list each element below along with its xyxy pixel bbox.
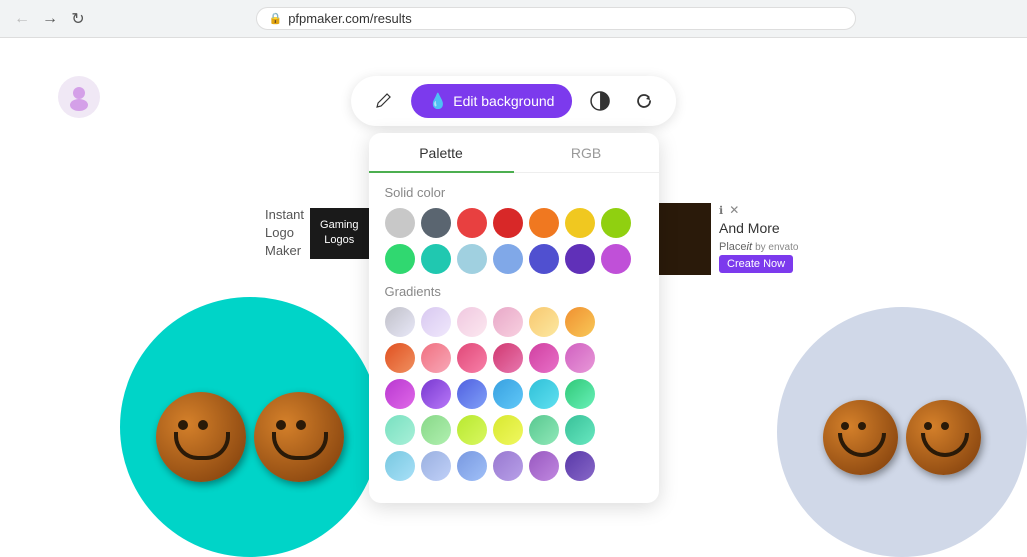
solid-color-label: Solid color (385, 185, 643, 200)
toolbar: 💧 Edit background (351, 76, 677, 126)
solid-color-section: Solid color (369, 185, 659, 274)
and-more-text: And More (719, 219, 798, 237)
gradient-swatch[interactable] (457, 307, 487, 337)
color-swatch[interactable] (457, 208, 487, 238)
color-swatch[interactable] (493, 208, 523, 238)
gradient-swatch[interactable] (493, 451, 523, 481)
preview-circle-right (777, 307, 1027, 557)
browser-chrome: ← → ↻ 🔒 pfpmaker.com/results (0, 0, 1027, 38)
close-ad-button[interactable]: ✕ (727, 203, 741, 217)
gradient-swatch[interactable] (565, 343, 595, 373)
color-swatch[interactable] (601, 208, 631, 238)
user-avatar[interactable] (58, 76, 100, 118)
pencil-icon (374, 92, 392, 110)
solid-color-row-2 (385, 244, 643, 274)
color-swatch[interactable] (385, 208, 415, 238)
gradient-row-3 (385, 379, 643, 409)
color-panel: Palette RGB Solid color (369, 133, 659, 503)
back-button[interactable]: ← (12, 9, 32, 29)
panel-tabs: Palette RGB (369, 133, 659, 173)
instant-logo-ad: Instant Logo Maker Gaming Logos (265, 206, 369, 261)
refresh-button[interactable]: ↻ (68, 9, 88, 29)
gradient-row-2 (385, 343, 643, 373)
avatar-icon (65, 83, 93, 111)
contrast-icon (589, 90, 611, 112)
color-swatch[interactable] (421, 244, 451, 274)
gradient-swatch[interactable] (457, 343, 487, 373)
main-page: 💧 Edit background Palette RGB Solid colo… (0, 38, 1027, 557)
gradients-label: Gradients (385, 284, 643, 299)
color-swatch[interactable] (565, 208, 595, 238)
color-swatch[interactable] (565, 244, 595, 274)
gradient-swatch[interactable] (565, 379, 595, 409)
gradient-swatch[interactable] (565, 307, 595, 337)
gradient-swatch[interactable] (565, 415, 595, 445)
gradient-row-4 (385, 415, 643, 445)
gradient-swatch[interactable] (493, 415, 523, 445)
url-text: pfpmaker.com/results (288, 11, 412, 26)
gradient-swatch[interactable] (457, 451, 487, 481)
preview-circle-left (120, 297, 380, 557)
color-swatch[interactable] (493, 244, 523, 274)
gradient-swatch[interactable] (385, 307, 415, 337)
gradient-swatch[interactable] (529, 307, 559, 337)
refresh-icon-button[interactable] (628, 85, 660, 117)
water-drop-icon: 💧 (429, 92, 448, 110)
create-now-button[interactable]: Create Now (719, 255, 793, 273)
gradient-swatch[interactable] (385, 451, 415, 481)
gradient-swatch[interactable] (457, 415, 487, 445)
smiley-left-2 (254, 392, 344, 482)
gradients-section: Gradients (369, 284, 659, 481)
pencil-button[interactable] (367, 85, 399, 117)
gradient-swatch[interactable] (421, 343, 451, 373)
gradient-swatch[interactable] (385, 379, 415, 409)
tab-rgb[interactable]: RGB (514, 133, 659, 173)
gradient-swatch[interactable] (385, 415, 415, 445)
gradient-swatch[interactable] (565, 451, 595, 481)
gradient-swatch[interactable] (493, 307, 523, 337)
gradient-swatch[interactable] (529, 451, 559, 481)
smiley-right-2 (906, 400, 981, 475)
lock-icon: 🔒 (269, 12, 283, 25)
gradient-swatch[interactable] (421, 379, 451, 409)
color-swatch[interactable] (529, 244, 559, 274)
gradient-swatch[interactable] (421, 307, 451, 337)
forward-button[interactable]: → (40, 9, 60, 29)
smiley-left-1 (156, 392, 246, 482)
gradient-swatch[interactable] (529, 343, 559, 373)
gradient-swatch[interactable] (385, 343, 415, 373)
instant-logo-text: Instant Logo Maker (265, 206, 304, 261)
placeit-text: Placeit by envato (719, 241, 798, 253)
gradient-swatch[interactable] (493, 379, 523, 409)
gradient-row-1 (385, 307, 643, 337)
smiley-pair-left (156, 392, 344, 482)
solid-color-row-1 (385, 208, 643, 238)
refresh-icon (634, 91, 654, 111)
gradient-swatch[interactable] (421, 451, 451, 481)
edit-background-label: Edit background (453, 93, 554, 109)
color-swatch[interactable] (457, 244, 487, 274)
contrast-button[interactable] (584, 85, 616, 117)
color-swatch[interactable] (529, 208, 559, 238)
address-bar[interactable]: 🔒 pfpmaker.com/results (256, 7, 856, 30)
and-more-ad: ℹ ✕ And More Placeit by envato Create No… (639, 203, 809, 275)
color-swatch[interactable] (601, 244, 631, 274)
color-swatch[interactable] (421, 208, 451, 238)
tab-palette[interactable]: Palette (369, 133, 514, 173)
gradient-swatch[interactable] (529, 415, 559, 445)
color-swatch[interactable] (385, 244, 415, 274)
gradient-swatch[interactable] (529, 379, 559, 409)
edit-background-button[interactable]: 💧 Edit background (411, 84, 573, 118)
ad-info-icon: ℹ (719, 204, 723, 217)
gradient-swatch[interactable] (421, 415, 451, 445)
gaming-logos-badge: Gaming Logos (310, 208, 369, 259)
gradient-row-5 (385, 451, 643, 481)
smiley-right-1 (823, 400, 898, 475)
gradient-swatch[interactable] (493, 343, 523, 373)
gradient-swatch[interactable] (457, 379, 487, 409)
smiley-pair-right (823, 400, 981, 475)
